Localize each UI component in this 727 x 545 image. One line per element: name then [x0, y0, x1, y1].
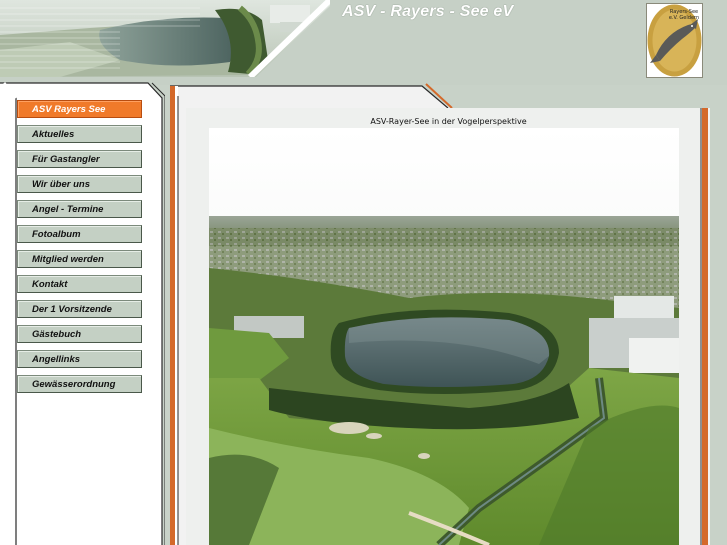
club-logo[interactable]: Rayers-See e.V. Geldern: [646, 3, 703, 78]
site-header: ASV - Rayers - See eV Rayers-See e.V. Ge…: [0, 0, 727, 85]
nav-item-gewaesserordnung[interactable]: Gewässerordnung: [17, 375, 142, 393]
nav-item-der-1-vorsitzende[interactable]: Der 1 Vorsitzende: [17, 300, 142, 318]
nav-item-mitglied-werden[interactable]: Mitglied werden: [17, 250, 142, 268]
nav-item-angellinks[interactable]: Angellinks: [17, 350, 142, 368]
nav-item-kontakt[interactable]: Kontakt: [17, 275, 142, 293]
nav-item-fuer-gastangler[interactable]: Für Gastangler: [17, 150, 142, 168]
photo-caption: ASV-Rayer-See in der Vogelperspektive: [370, 117, 527, 126]
logo-text-line2: e.V. Geldern: [669, 15, 699, 21]
nav-item-wir-ueber-uns[interactable]: Wir über uns: [17, 175, 142, 193]
main-navigation: ASV Rayers See Aktuelles Für Gastangler …: [17, 100, 142, 400]
aerial-lake-photo: [209, 128, 679, 545]
site-title: ASV - Rayers - See eV: [342, 3, 514, 20]
header-lake-photo: [0, 0, 330, 77]
nav-item-aktuelles[interactable]: Aktuelles: [17, 125, 142, 143]
nav-item-gaestebuch[interactable]: Gästebuch: [17, 325, 142, 343]
nav-item-fotoalbum[interactable]: Fotoalbum: [17, 225, 142, 243]
nav-item-asv-rayers-see[interactable]: ASV Rayers See: [17, 100, 142, 118]
nav-item-angel-termine[interactable]: Angel - Termine: [17, 200, 142, 218]
